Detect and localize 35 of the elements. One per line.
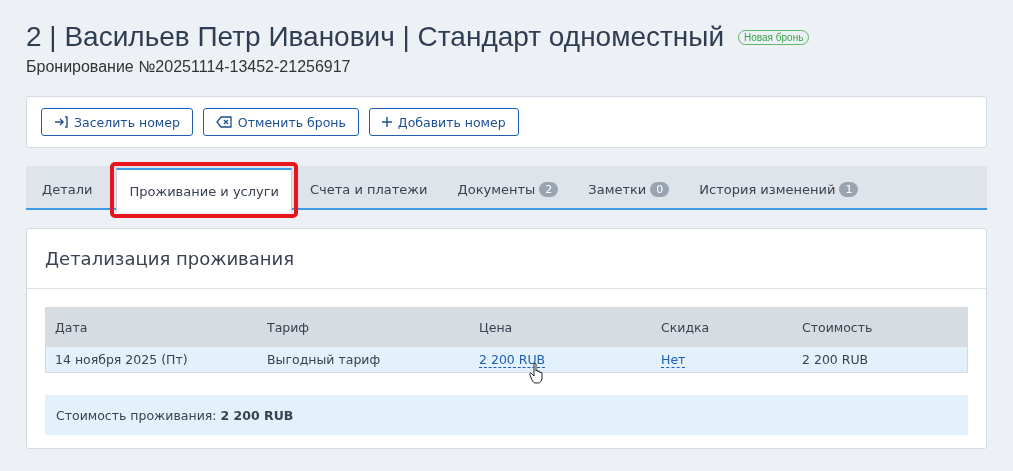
column-header: Стоимость [801, 319, 874, 335]
tab-label: Проживание и услуги [129, 183, 279, 199]
backspace-icon [215, 116, 232, 128]
column-header: Тариф [266, 319, 311, 335]
count-badge: 0 [650, 181, 670, 197]
tab[interactable]: Проживание и услуги [116, 168, 292, 212]
table-cell: Выгодный тариф [267, 352, 381, 367]
tab-label: Заметки [588, 181, 647, 197]
column-header: Цена [478, 319, 514, 335]
tab[interactable]: Счета и платежи [298, 168, 440, 210]
check-in-button[interactable]: Заселить номер [41, 108, 193, 136]
tab[interactable]: Документы 2 [445, 168, 571, 210]
tab-label: Детали [42, 181, 93, 197]
count-badge: 2 [539, 181, 559, 197]
column-header: Скидка [660, 319, 711, 335]
tab-label: Документы [457, 181, 536, 197]
tab[interactable]: История изменений 1 [687, 168, 871, 210]
price-link[interactable]: Нет [661, 352, 686, 368]
enter-icon [54, 116, 68, 128]
tab-label: Счета и платежи [310, 181, 428, 197]
table-cell: 2 200 RUB [802, 352, 869, 367]
table-cell: 14 ноября 2025 (Пт) [55, 352, 188, 367]
add-room-button[interactable]: Добавить номер [368, 108, 519, 136]
cancel-booking-button[interactable]: Отменить бронь [202, 108, 359, 136]
page-title: 2 | Васильев Петр Иванович | Стандарт одноместный [26, 21, 725, 53]
total-text: Стоимость проживания: 2 200 RUB [56, 407, 294, 423]
tab[interactable]: Заметки 0 [576, 168, 682, 210]
booking-number: Бронирование №20251114-13452-21256917 [26, 58, 352, 76]
count-badge: 1 [839, 181, 859, 197]
tab[interactable]: Детали [30, 168, 105, 210]
tab-label: История изменений [699, 181, 836, 197]
column-header: Дата [54, 319, 89, 335]
section-title: Детализация проживания [27, 229, 986, 289]
price-link[interactable]: 2 200 RUB [479, 352, 546, 368]
plus-icon [381, 117, 392, 127]
